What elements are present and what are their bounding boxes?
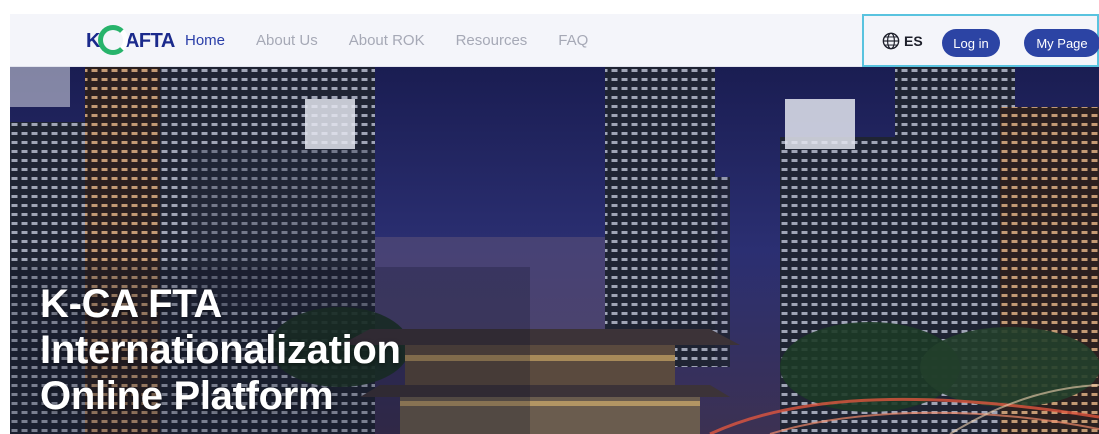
logo-ring-icon [97,25,128,55]
my-page-button[interactable]: My Page [1024,29,1099,57]
hero-title-line-1: K-CA FTA [40,282,222,326]
hero-banner: K-CA FTA Internationalization Online Pla… [10,67,1099,434]
site-logo[interactable]: K AFTA [86,24,175,58]
logo-text-right: AFTA [124,29,175,52]
utility-bar: ES Log in My Page [862,14,1099,67]
hero-title-line-3: Online Platform [40,374,334,418]
nav-resources[interactable]: Resources [456,32,528,49]
language-label: ES [904,32,923,49]
globe-icon [882,32,900,49]
nav-home[interactable]: Home [185,32,225,49]
site-header: K AFTA Home About Us About ROK Resources… [10,14,1099,67]
login-button[interactable]: Log in [942,29,1000,57]
hero-title: K-CA FTA Internationalization Online Pla… [40,281,401,419]
nav-about-us[interactable]: About Us [256,32,318,49]
language-selector[interactable]: ES [882,32,923,50]
hero-title-line-2: Internationalization [40,328,401,372]
nav-about-rok[interactable]: About ROK [349,32,425,49]
main-nav: Home About Us About ROK Resources FAQ [185,14,619,67]
nav-faq[interactable]: FAQ [558,32,588,49]
